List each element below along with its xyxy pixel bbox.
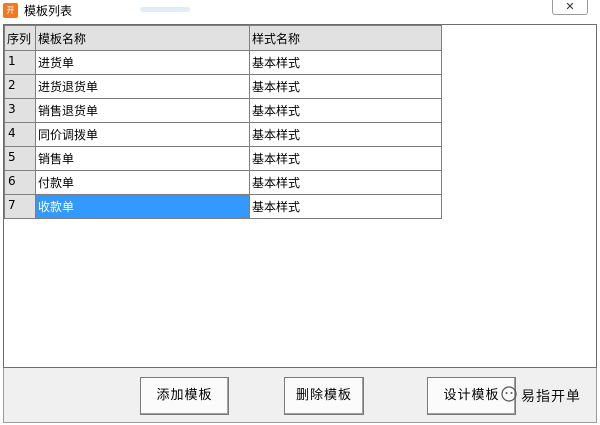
watermark-text: 易指开单 [521, 389, 581, 405]
style-name-cell[interactable]: 基本样式 [249, 146, 442, 171]
template-table: 序列 模板名称 样式名称 1 进货单 基本样式 2 进货退货单 基本样式 3 销… [4, 25, 442, 219]
template-list-window: 开 模板列表 ✕ 序列 模板名称 样式名称 1 进货单 基本样式 2 进货退货单… [0, 0, 600, 425]
row-index-cell[interactable]: 5 [4, 146, 36, 171]
template-name-cell[interactable]: 销售单 [35, 146, 250, 171]
row-index-cell[interactable]: 4 [4, 122, 36, 147]
row-index-cell[interactable]: 3 [4, 98, 36, 123]
delete-template-button[interactable]: 删除模板 [284, 377, 364, 415]
row-index-cell[interactable]: 6 [4, 170, 36, 195]
table-row[interactable]: 5 销售单 基本样式 [4, 146, 442, 171]
table-row[interactable]: 4 同价调拨单 基本样式 [4, 122, 442, 147]
template-name-cell[interactable]: 同价调拨单 [35, 122, 250, 147]
close-button[interactable]: ✕ [552, 0, 588, 15]
template-name-cell[interactable]: 进货单 [35, 50, 250, 75]
blurred-title-text [140, 7, 190, 12]
row-index-cell[interactable]: 1 [4, 50, 36, 75]
app-icon: 开 [3, 3, 18, 18]
add-template-button[interactable]: 添加模板 [140, 377, 229, 415]
table-header-row: 序列 模板名称 样式名称 [4, 25, 442, 51]
style-name-cell[interactable]: 基本样式 [249, 122, 442, 147]
window-title: 模板列表 [24, 4, 73, 18]
style-name-cell[interactable]: 基本样式 [249, 50, 442, 75]
table-row[interactable]: 3 销售退货单 基本样式 [4, 98, 442, 123]
column-header-template-name[interactable]: 模板名称 [35, 25, 250, 51]
table-row[interactable]: 6 付款单 基本样式 [4, 170, 442, 195]
row-index-cell[interactable]: 2 [4, 74, 36, 99]
column-header-style-name[interactable]: 样式名称 [249, 25, 442, 51]
table-row[interactable]: 2 进货退货单 基本样式 [4, 74, 442, 99]
table-row[interactable]: 1 进货单 基本样式 [4, 50, 442, 75]
style-name-cell[interactable]: 基本样式 [249, 98, 442, 123]
template-name-cell[interactable]: 付款单 [35, 170, 250, 195]
row-index-cell[interactable]: 7 [4, 194, 36, 219]
title-bar: 开 模板列表 ✕ [0, 0, 600, 20]
template-grid: 序列 模板名称 样式名称 1 进货单 基本样式 2 进货退货单 基本样式 3 销… [3, 24, 597, 368]
template-name-cell-selected[interactable]: 收款单 [35, 194, 250, 219]
column-header-index[interactable]: 序列 [4, 25, 36, 51]
style-name-cell[interactable]: 基本样式 [249, 194, 442, 219]
table-row-selected[interactable]: 7 收款单 基本样式 [4, 194, 442, 219]
template-name-cell[interactable]: 进货退货单 [35, 74, 250, 99]
style-name-cell[interactable]: 基本样式 [249, 170, 442, 195]
template-name-cell[interactable]: 销售退货单 [35, 98, 250, 123]
wechat-logo-icon [501, 386, 517, 402]
style-name-cell[interactable]: 基本样式 [249, 74, 442, 99]
